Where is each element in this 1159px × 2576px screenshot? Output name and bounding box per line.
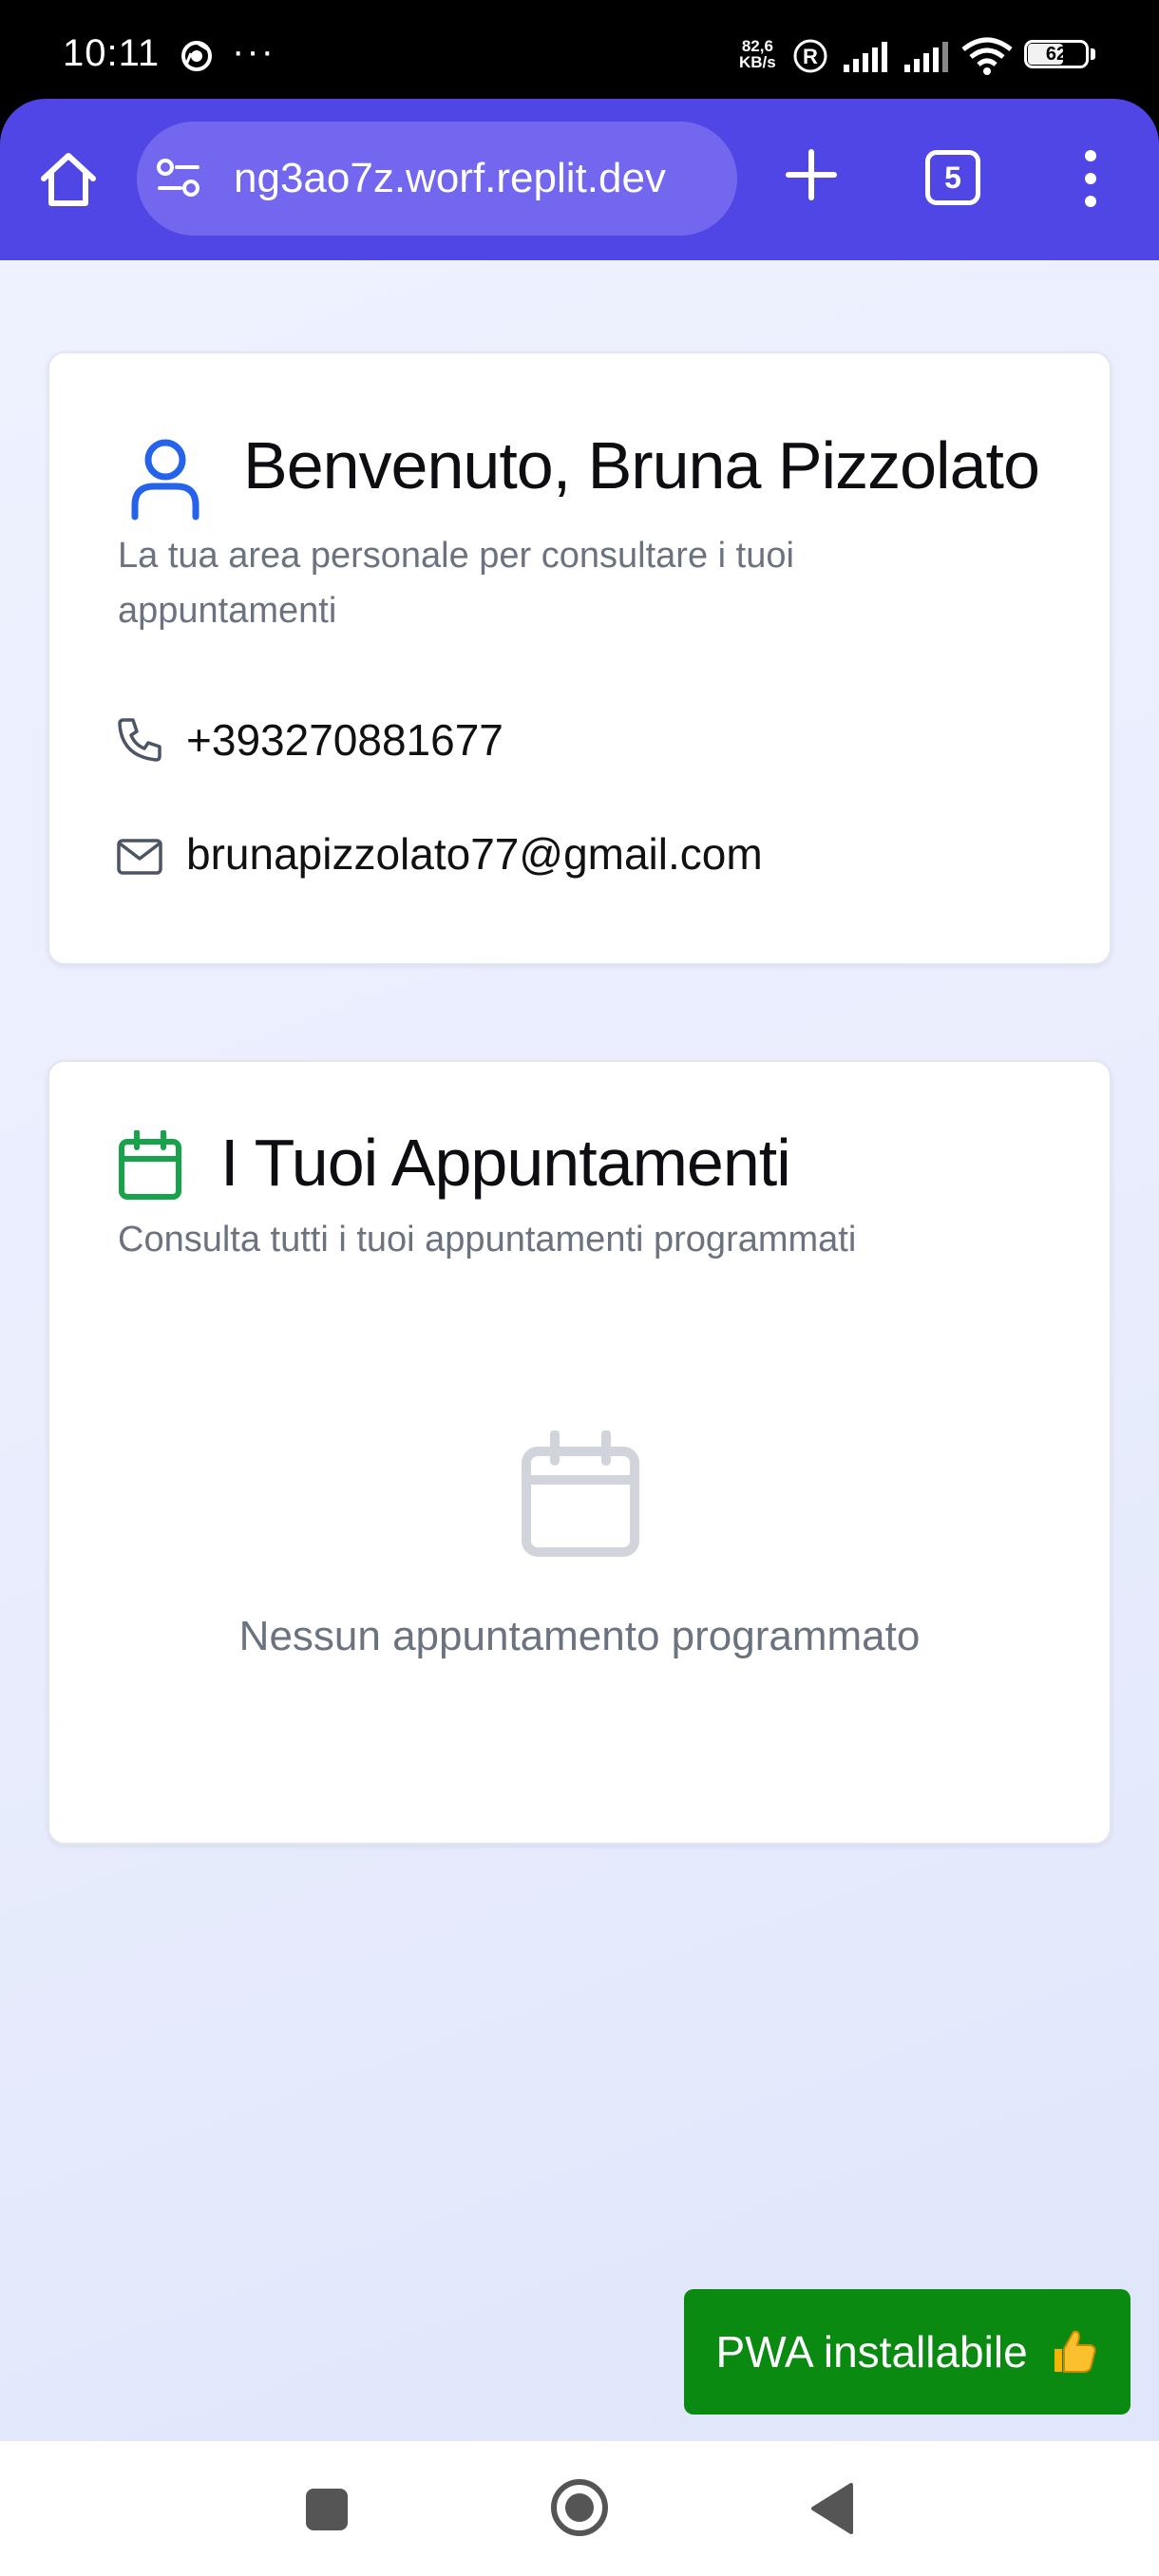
signal-icon bbox=[844, 42, 887, 72]
net-speed-value: 82,6 bbox=[741, 37, 773, 55]
appointments-card: I Tuoi Appuntamenti Consulta tutti i tuo… bbox=[48, 1060, 1112, 1845]
battery-level: 62 bbox=[1045, 44, 1068, 65]
tab-switcher-button[interactable]: 5 bbox=[925, 150, 980, 205]
mail-icon bbox=[117, 839, 162, 875]
profile-subtitle: La tua area personale per consultare i t… bbox=[118, 536, 794, 631]
email-address[interactable]: brunapizzolato77@gmail.com bbox=[186, 828, 763, 880]
calendar-icon bbox=[119, 1130, 181, 1200]
signal-icon bbox=[904, 42, 948, 72]
net-speed-unit: KB/s bbox=[739, 53, 776, 71]
more-notifications-icon: ··· bbox=[232, 30, 276, 72]
user-icon bbox=[131, 439, 200, 521]
empty-calendar-icon bbox=[522, 1430, 639, 1557]
wifi-icon bbox=[961, 37, 1013, 75]
phone-icon bbox=[118, 718, 162, 762]
phone-number[interactable]: +393270881677 bbox=[186, 714, 504, 766]
chrome-icon bbox=[181, 41, 212, 71]
home-icon[interactable] bbox=[36, 148, 101, 213]
page-content: Benvenuto, Bruna Pizzolato La tua area p… bbox=[0, 260, 1159, 2441]
thumbs-up-icon bbox=[1054, 2330, 1096, 2373]
page-title: Benvenuto, Bruna Pizzolato bbox=[243, 428, 1040, 502]
battery-tip bbox=[1091, 48, 1095, 60]
profile-card: Benvenuto, Bruna Pizzolato La tua area p… bbox=[48, 351, 1112, 965]
url-text[interactable]: ng3ao7z.worf.replit.dev bbox=[234, 122, 666, 236]
home-circle-icon[interactable] bbox=[549, 2477, 610, 2538]
status-time: 10:11 bbox=[63, 32, 161, 74]
net-speed: 82,6 KB/s bbox=[739, 38, 776, 70]
appointments-title: I Tuoi Appuntamenti bbox=[220, 1126, 791, 1200]
more-menu-icon[interactable] bbox=[1074, 148, 1108, 209]
status-bar: 10:11 ··· 82,6 KB/s R 62 bbox=[0, 0, 1159, 99]
svg-text:R: R bbox=[803, 45, 818, 68]
pwa-install-label: PWA installabile bbox=[715, 2327, 1028, 2377]
system-nav-bar bbox=[0, 2441, 1159, 2576]
site-settings-icon[interactable] bbox=[156, 158, 201, 199]
appointments-subtitle: Consulta tutti i tuoi appuntamenti progr… bbox=[118, 1220, 857, 1260]
browser-toolbar: ng3ao7z.worf.replit.dev 5 bbox=[0, 99, 1159, 260]
recents-icon[interactable] bbox=[306, 2489, 348, 2530]
registered-icon: R bbox=[793, 39, 827, 73]
pwa-install-button[interactable]: PWA installabile bbox=[684, 2289, 1130, 2415]
battery-icon: 62 bbox=[1024, 40, 1096, 72]
empty-state-message: Nessun appuntamento programmato bbox=[238, 1613, 921, 1659]
back-icon[interactable] bbox=[809, 2481, 855, 2536]
new-tab-icon[interactable] bbox=[785, 148, 838, 201]
address-bar[interactable]: ng3ao7z.worf.replit.dev bbox=[137, 122, 737, 236]
